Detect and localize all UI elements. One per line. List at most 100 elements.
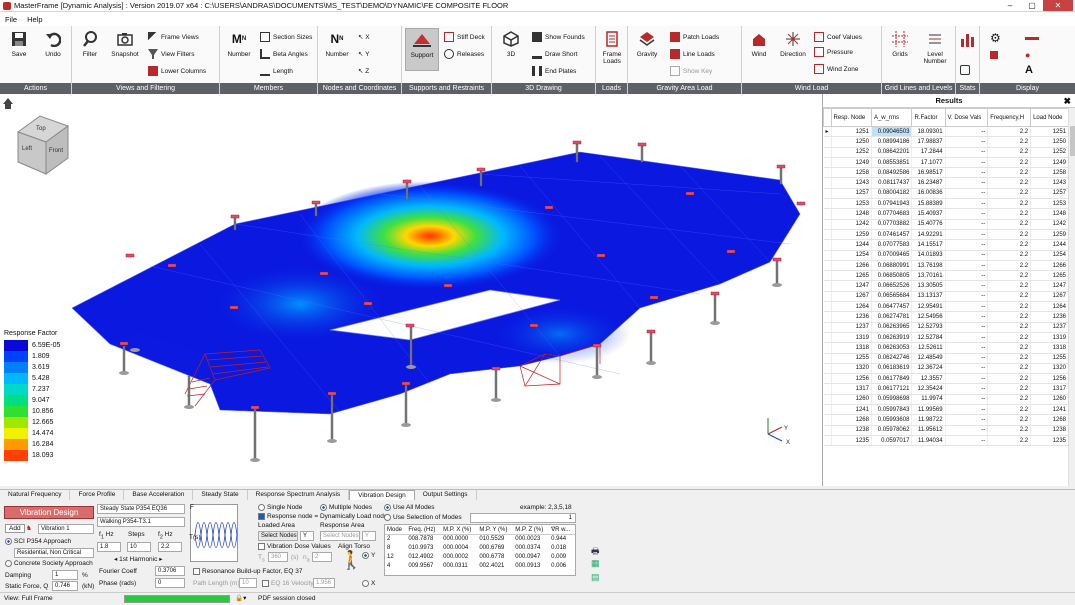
- results-close-icon[interactable]: ✖: [1063, 94, 1071, 108]
- node-coord-x-icon[interactable]: ↖ X: [358, 31, 370, 43]
- table-row[interactable]: 1264 0.06477457 12.95491 -- 2.2 1264: [823, 301, 1069, 313]
- table-row[interactable]: 1241 0.05997843 11.99569 -- 2.2 1241: [823, 404, 1069, 416]
- coef-values-button[interactable]: Coef Values: [814, 31, 862, 43]
- pressure-button[interactable]: Pressure: [814, 46, 853, 58]
- torso-x-radio[interactable]: X: [362, 580, 375, 587]
- select-nodes-response[interactable]: Select Nodes: [320, 531, 360, 541]
- close-icon[interactable]: ✕: [1043, 0, 1073, 11]
- wind-button[interactable]: Wind: [744, 30, 774, 58]
- table-row[interactable]: 2 008.7878 000.0000 010.5529 000.0023 0.944: [385, 535, 575, 544]
- table-row[interactable]: 1257 0.08004182 16.00836 -- 2.2 1257: [823, 188, 1069, 200]
- results-column-header[interactable]: Load Node: [1030, 108, 1069, 127]
- menu-file[interactable]: File: [0, 15, 22, 24]
- tab-output-settings[interactable]: Output Settings: [415, 490, 477, 500]
- table-row[interactable]: 1250 0.08994186 17.98837 -- 2.2 1250: [823, 136, 1069, 148]
- vibration-select[interactable]: Vibration 1: [38, 524, 94, 534]
- releases-button[interactable]: Releases: [444, 48, 484, 60]
- damping-input[interactable]: 1: [52, 570, 78, 580]
- grids-button[interactable]: Grids: [885, 30, 915, 58]
- snapshot-button[interactable]: Snapshot: [110, 30, 140, 58]
- table-row[interactable]: 1248 0.07704683 15.40937 -- 2.2 1248: [823, 208, 1069, 220]
- select-nodes-loaded[interactable]: Select Nodes: [258, 531, 298, 541]
- use-all-modes-radio[interactable]: Use All Modes: [384, 504, 435, 511]
- undo-button[interactable]: Undo: [38, 30, 68, 58]
- menu-help[interactable]: Help: [22, 15, 47, 24]
- line-color-icon[interactable]: [1025, 32, 1039, 44]
- table-row[interactable]: 8 010.9973 000.0004 000.6769 000.0374 0.018: [385, 544, 575, 553]
- walking-select[interactable]: Walking P354-T3.1: [97, 517, 185, 527]
- table-row[interactable]: 1235 0.0597017 11.94034 -- 2.2 1235: [823, 435, 1069, 447]
- end-plates-button[interactable]: End Plates: [532, 65, 576, 77]
- show-founds-button[interactable]: Show Founds: [532, 31, 585, 43]
- model-viewport[interactable]: Top Left Front Y X Response Factor 6.59E…: [0, 94, 822, 486]
- phase-input[interactable]: 0: [155, 578, 185, 588]
- modes-column-header[interactable]: Freq. (Hz): [406, 525, 442, 535]
- response-eq-check[interactable]: Response node = Dynamically Load node: [258, 513, 388, 520]
- filter-button[interactable]: Filter: [75, 30, 105, 58]
- view-filters-button[interactable]: View Filters: [148, 48, 194, 60]
- table-row[interactable]: 1266 0.06880991 13.76198 -- 2.2 1266: [823, 260, 1069, 272]
- table-row[interactable]: 1320 0.06183619 12.36724 -- 2.2 1320: [823, 363, 1069, 375]
- tab-vibration-design[interactable]: Vibration Design: [349, 490, 415, 500]
- na-input[interactable]: 2: [312, 552, 332, 562]
- table-row[interactable]: 1254 0.07009465 14.01893 -- 2.2 1254: [823, 250, 1069, 261]
- single-node-radio[interactable]: Single Node: [258, 504, 302, 511]
- node-number-button[interactable]: NN Number: [322, 30, 352, 58]
- table-row[interactable]: 1268 0.05993608 11.98722 -- 2.2 1268: [823, 414, 1069, 426]
- torso-y-radio[interactable]: Y: [362, 552, 375, 559]
- loaded-y-select[interactable]: Y: [300, 531, 314, 541]
- modes-column-header[interactable]: ∇R w...: [549, 525, 575, 535]
- level-number-button[interactable]: Level Number: [920, 30, 950, 65]
- table-row[interactable]: 1236 0.06274781 12.54956 -- 2.2 1236: [823, 311, 1069, 323]
- table-row[interactable]: 1238 0.05978062 11.95612 -- 2.2 1238: [823, 425, 1069, 436]
- steps-input[interactable]: 10: [127, 542, 151, 552]
- table-row[interactable]: 1237 0.06263965 12.52793 -- 2.2 1237: [823, 322, 1069, 333]
- maximize-icon[interactable]: ▢: [1021, 0, 1043, 11]
- show-key-button[interactable]: Show Key: [670, 65, 712, 77]
- multiple-nodes-radio[interactable]: Multiple Nodes: [320, 504, 372, 511]
- table-row[interactable]: 1247 0.06652526 13.30505 -- 2.2 1247: [823, 280, 1069, 292]
- tab-base-acceleration[interactable]: Base Acceleration: [124, 490, 194, 500]
- stiff-deck-button[interactable]: Stiff Deck: [444, 31, 485, 43]
- first-harmonic[interactable]: ◂ 1st Harmonic ▸: [114, 555, 162, 563]
- f1-input[interactable]: 1.8: [97, 542, 121, 552]
- home-icon[interactable]: [3, 98, 13, 109]
- font-icon[interactable]: A: [1025, 64, 1033, 76]
- view-cube[interactable]: Top Left Front: [16, 115, 70, 175]
- tab-natural-frequency[interactable]: Natural Frequency: [0, 490, 71, 500]
- modes-column-header[interactable]: Mode: [385, 525, 407, 535]
- modes-column-header[interactable]: M.P. Y (%): [477, 525, 514, 535]
- export-excel-icon[interactable]: ▦: [591, 558, 600, 569]
- table-row[interactable]: 1244 0.07077583 14.15517 -- 2.2 1244: [823, 239, 1069, 251]
- tab-force-profile[interactable]: Force Profile: [70, 490, 125, 500]
- modes-column-header[interactable]: M.P. Z (%): [513, 525, 550, 535]
- line-loads-button[interactable]: Line Loads: [670, 48, 715, 60]
- results-column-header[interactable]: Frequency,H: [987, 108, 1032, 127]
- support-button[interactable]: Support: [405, 28, 439, 71]
- table-row[interactable]: 1317 0.06177121 12.35424 -- 2.2 1317: [823, 383, 1069, 395]
- table-row[interactable]: 1319 0.06263919 12.52784 -- 2.2 1319: [823, 332, 1069, 344]
- length-button[interactable]: Length: [260, 65, 293, 77]
- tab-steady-state[interactable]: Steady State: [193, 490, 248, 500]
- static-force-input[interactable]: 0.746: [52, 581, 78, 591]
- table-row[interactable]: 1258 0.08492586 16.98517 -- 2.2 1258: [823, 167, 1069, 179]
- table-row[interactable]: 1249 0.08553851 17.1077 -- 2.2 1249: [823, 157, 1069, 169]
- minimize-icon[interactable]: –: [999, 0, 1021, 11]
- results-column-header[interactable]: V. Dose Vals: [944, 108, 989, 127]
- table-row[interactable]: 1253 0.07941943 15.88389 -- 2.2 1253: [823, 198, 1069, 210]
- sci-approach-radio[interactable]: SCI P354 Approach: [5, 538, 71, 545]
- frame-views-button[interactable]: Frame Views: [148, 31, 199, 43]
- table-row[interactable]: 1318 0.06263053 12.52611 -- 2.2 1318: [823, 342, 1069, 354]
- f2-input[interactable]: 2.2: [158, 542, 182, 552]
- eq16-check[interactable]: EQ 16 Velocity: [262, 580, 314, 587]
- eq16-input[interactable]: 1.956: [313, 578, 335, 588]
- table-row[interactable]: 1265 0.06850805 13.70161 -- 2.2 1265: [823, 270, 1069, 282]
- stats-toggle-icon[interactable]: [960, 64, 973, 76]
- save-button[interactable]: Save: [4, 30, 34, 58]
- gravity-button[interactable]: Gravity: [632, 30, 662, 58]
- stats-chart-button[interactable]: [953, 30, 983, 51]
- table-row[interactable]: 1260 0.05998698 11.9974 -- 2.2 1260: [823, 394, 1069, 406]
- beta-angles-button[interactable]: Beta Angles: [260, 48, 308, 60]
- concrete-approach-radio[interactable]: Concrete Society Approach: [5, 560, 93, 567]
- path-length-input[interactable]: 10: [239, 578, 257, 588]
